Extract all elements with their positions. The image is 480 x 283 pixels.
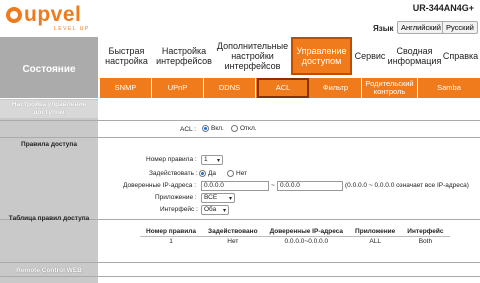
table-cell: ALL [369, 238, 381, 245]
chevron-down-icon: ▾ [216, 158, 220, 164]
interface-value: Оба [204, 206, 217, 213]
application-value: ВСЕ [204, 194, 218, 201]
acl-label: ACL : [180, 126, 197, 133]
rule-number-value: 1 [204, 156, 208, 163]
acl-on-radio[interactable] [202, 125, 209, 132]
model-name: UR-344AN4G+ [412, 3, 474, 13]
acl-off-label: Откл. [240, 125, 257, 133]
active-no-option[interactable]: Нет [227, 170, 247, 177]
logo-tagline: LEVEL UP [54, 26, 90, 32]
table-cell: 0.0.0.0~0.0.0.0 [284, 238, 329, 245]
tab-quick-setup[interactable]: Быстрая настройка [100, 37, 153, 75]
tab-service[interactable]: Сервис [352, 37, 388, 75]
section-rules-table: Таблица правил доступа [8, 215, 90, 222]
trusted-ip-from-input[interactable]: 0.0.0.0 [201, 181, 269, 191]
column-header: Задействовано [202, 227, 264, 237]
language-russian-button[interactable]: Русский [442, 21, 478, 34]
active-yes-option[interactable]: Да [199, 170, 216, 177]
active-label: Задействовать : [149, 170, 198, 177]
trusted-ip-hint: (0.0.0.0 ~ 0.0.0.0 означает все IP-адрес… [345, 182, 469, 189]
subtab-parental-control[interactable]: Родительский контроль [362, 78, 418, 98]
tab-interface-setup[interactable]: Настройка интерфейсов [153, 37, 215, 75]
subtab-ddns[interactable]: DDNS [204, 78, 256, 98]
table-row: 1 Нет 0.0.0.0~0.0.0.0 ALL Both [140, 237, 450, 247]
table-cell: Нет [227, 238, 239, 245]
rules-table: Номер правила Задействовано Доверенные I… [140, 227, 450, 246]
divider [0, 137, 480, 138]
column-header: Приложение [349, 227, 402, 237]
ip-range-separator: ~ [271, 182, 275, 189]
sidebar-access-settings-label: Настройка управления доступом [11, 101, 87, 116]
main-navigation: Быстрая настройка Настройка интерфейсов … [100, 37, 480, 75]
trusted-ip-to-input[interactable]: 0.0.0.0 [277, 181, 343, 191]
active-yes-radio[interactable] [199, 170, 206, 177]
trusted-ip-label: Доверенные IP-адреса : [123, 182, 197, 189]
upvel-logo[interactable]: upvel LEVEL UP [6, 2, 116, 34]
subtab-upnp[interactable]: UPnP [152, 78, 204, 98]
application-select[interactable]: ВСЕ ▾ [201, 193, 235, 203]
chevron-down-icon: ▾ [222, 208, 226, 214]
acl-on-label: Вкл. [211, 125, 224, 133]
sidebar-access-settings[interactable]: Настройка управления доступом [0, 100, 98, 118]
table-header-row: Номер правила Задействовано Доверенные I… [140, 227, 450, 237]
language-label: Язык [373, 24, 394, 33]
column-header: Интерфейс [401, 227, 450, 237]
logo-mark-icon [6, 7, 22, 23]
column-header: Номер правила [140, 227, 203, 237]
tab-summary[interactable]: Сводная информация [388, 37, 442, 75]
table-cell: Both [418, 238, 433, 245]
divider [0, 276, 480, 277]
interface-select[interactable]: Оба ▾ [201, 205, 229, 215]
language-english-button[interactable]: Английский [397, 21, 445, 34]
sidebar: Состояние Настройка управления доступом [0, 37, 98, 283]
active-yes-label: Да [208, 170, 217, 178]
divider [0, 120, 480, 121]
logo-text: upvel [24, 3, 82, 26]
subtab-snmp[interactable]: SNMP [100, 78, 152, 98]
acl-off-radio[interactable] [231, 125, 238, 132]
subtab-samba[interactable]: Samba [418, 78, 480, 98]
active-no-radio[interactable] [227, 170, 234, 177]
active-no-label: Нет [236, 170, 248, 178]
subtab-filter[interactable]: Фильтр [310, 78, 362, 98]
tab-help[interactable]: Справка [441, 37, 480, 75]
divider [0, 262, 480, 263]
application-label: Приложение : [155, 194, 197, 201]
section-remote-control: Remote Control WEB [16, 267, 82, 274]
sub-navigation: SNMP UPnP DDNS ACL Фильтр Родительский к… [100, 78, 480, 98]
interface-label: Интерфейс : [160, 206, 198, 213]
tab-advanced-interface-setup[interactable]: Дополнительные настройки интерфейсов [215, 37, 290, 75]
section-access-rules: Правила доступа [21, 141, 77, 148]
sidebar-status-label: Состояние [22, 64, 76, 75]
acl-on-option[interactable]: Вкл. [202, 125, 224, 132]
tab-access-management[interactable]: Управление доступом [291, 37, 352, 75]
rule-number-select[interactable]: 1 ▾ [201, 155, 223, 165]
sidebar-status[interactable]: Состояние [0, 37, 98, 99]
table-cell: 1 [169, 238, 173, 245]
rule-number-label: Номер правила : [146, 156, 197, 163]
header: upvel LEVEL UP UR-344AN4G+ Язык Английск… [0, 0, 480, 36]
acl-off-option[interactable]: Откл. [231, 125, 257, 132]
chevron-down-icon: ▾ [228, 196, 232, 202]
column-header: Доверенные IP-адреса [263, 227, 350, 237]
subtab-acl[interactable]: ACL [257, 78, 309, 98]
